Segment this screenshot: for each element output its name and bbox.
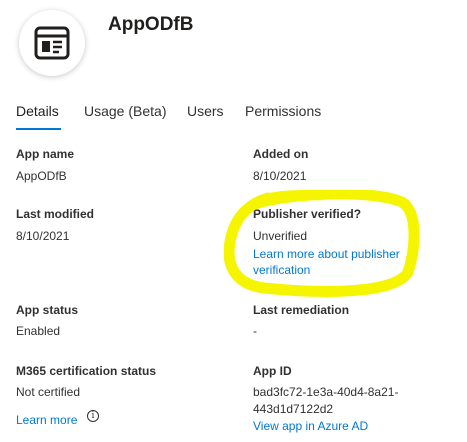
last-remediation-label: Last remediation [253, 303, 350, 317]
publisher-verification-link-cont[interactable]: verification [253, 263, 310, 277]
publisher-verification-link[interactable]: Learn more about publisher [253, 247, 400, 261]
m365-certification-value: Not certified [16, 385, 81, 399]
last-remediation-value: - [253, 324, 257, 338]
app-id-value-cont: 443d1d7122d2 [253, 402, 334, 416]
view-in-azure-ad-link[interactable]: View app in Azure AD [253, 419, 368, 433]
tab-details[interactable]: Details [16, 103, 59, 119]
last-modified-value: 8/10/2021 [16, 229, 70, 243]
tab-usage[interactable]: Usage (Beta) [84, 103, 166, 119]
app-name-value: AppODfB [16, 169, 67, 183]
app-id-value: bad3fc72-1e3a-40d4-8a21- [253, 385, 399, 399]
added-on-label: Added on [253, 147, 309, 161]
app-name-label: App name [16, 147, 75, 161]
app-form-icon [34, 26, 70, 60]
m365-certification-label: M365 certification status [16, 364, 157, 378]
app-title: AppODfB [108, 14, 194, 35]
learn-more-link[interactable]: Learn more [16, 413, 77, 427]
added-on-value: 8/10/2021 [253, 169, 307, 183]
publisher-verified-label: Publisher verified? [253, 207, 362, 221]
info-icon[interactable]: i [87, 410, 99, 422]
app-id-label: App ID [253, 364, 292, 378]
last-modified-label: Last modified [16, 207, 95, 221]
tab-users[interactable]: Users [187, 103, 224, 119]
app-avatar [19, 10, 85, 76]
publisher-verified-value: Unverified [253, 229, 308, 243]
tab-permissions[interactable]: Permissions [245, 103, 321, 119]
app-status-value: Enabled [16, 324, 61, 338]
active-tab-indicator [16, 128, 61, 130]
app-status-label: App status [16, 303, 79, 317]
